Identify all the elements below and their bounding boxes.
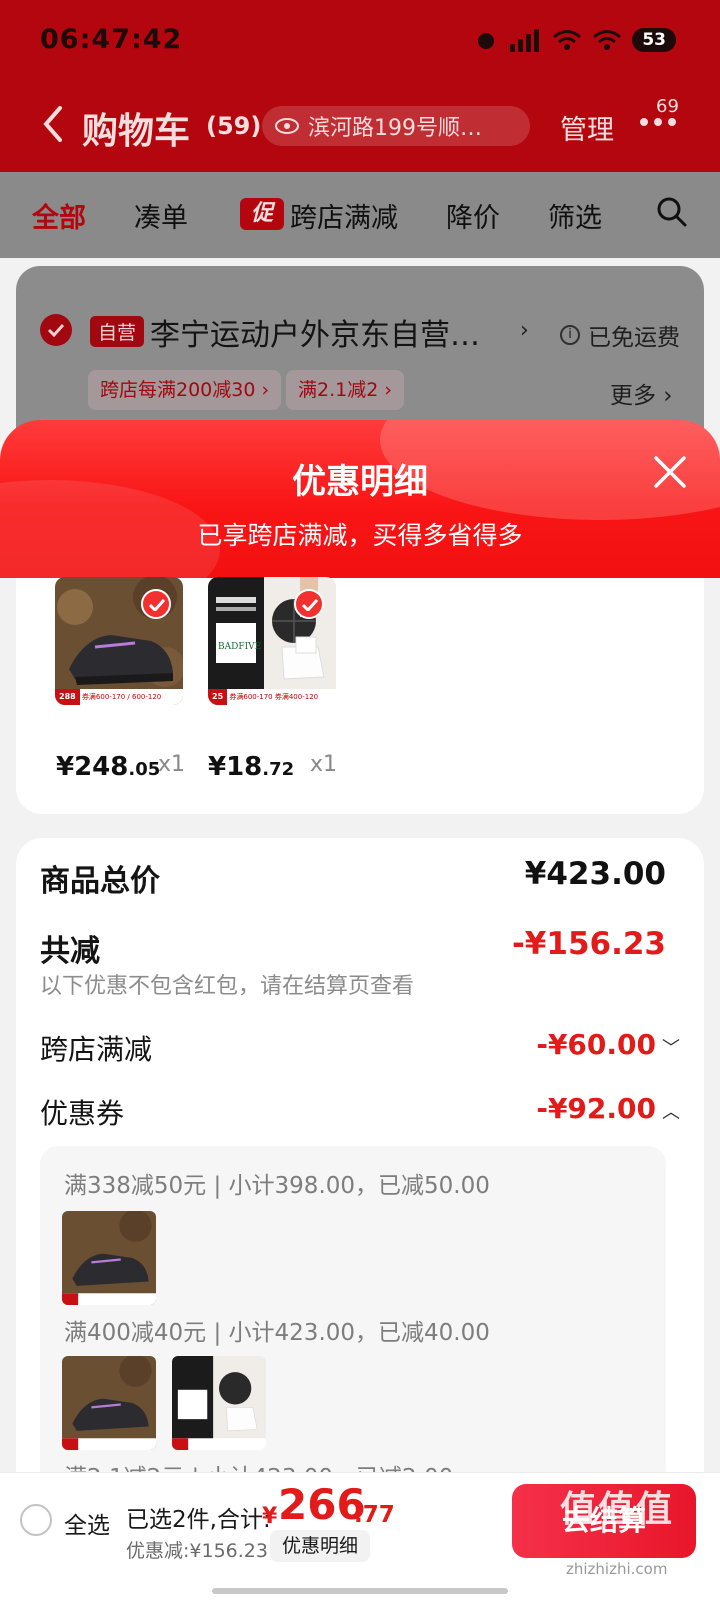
select-all-label[interactable]: 全选 <box>64 1506 110 1540</box>
status-time: 06:47:42 <box>40 24 183 55</box>
thumb-price-tag: 25 <box>208 689 228 705</box>
thumb-promo-text: 券满600-170 / 600-120 <box>81 693 162 701</box>
promo-badge: 促 <box>240 198 284 230</box>
discount-note: 以下优惠不包含红包，请在结算页查看 <box>40 974 415 999</box>
sheet-title: 优惠明细 <box>292 462 428 502</box>
site-watermark: 值值值 <box>560 1489 675 1530</box>
tab-cross-store[interactable]: 跨店满减 <box>290 196 398 235</box>
price-integer: ¥18 <box>208 752 263 782</box>
coupon-amount: -¥92.00 <box>536 1092 656 1125</box>
shipping-status: i 已免运费 <box>560 318 680 352</box>
store-name[interactable]: 李宁运动户外京东自营… <box>150 310 480 354</box>
manage-button[interactable]: 管理 <box>560 108 614 147</box>
sheet-subtitle: 已享跨店满减，买得多省得多 <box>197 521 523 550</box>
back-arrow-icon[interactable] <box>38 104 68 144</box>
cross-store-discount-label[interactable]: 跨店满减 <box>40 1028 152 1068</box>
item-qty-shoe: x1 <box>158 752 186 777</box>
address-selector[interactable]: 滨河路199号顺… <box>262 106 530 146</box>
discount-detail-button[interactable]: 优惠明细 <box>270 1530 371 1562</box>
shipping-text: 已免运费 <box>588 325 680 351</box>
coupon-product-thumb <box>62 1356 156 1450</box>
page-title: 购物车 <box>82 111 191 152</box>
promo-chip-min-spend[interactable]: 满2.1减2 › <box>286 370 404 410</box>
discount-summary: 优惠减:¥156.23 <box>126 1540 268 1562</box>
item-qty-socks: x1 <box>310 752 338 777</box>
product-thumb-socks[interactable]: BADFIVE 25 券满600-170 券满400-120 <box>208 577 336 705</box>
site-watermark-url: zhizhizhi.com <box>566 1560 668 1578</box>
more-menu-icon[interactable] <box>640 118 676 126</box>
tab-filter[interactable]: 筛选 <box>548 196 602 235</box>
item-price-socks: ¥18.72 <box>208 752 294 782</box>
status-icons: 53 <box>474 28 676 52</box>
total-price-label: 商品总价 <box>40 864 160 899</box>
store-arrow-icon[interactable]: › <box>520 318 529 343</box>
thumb-price-bar: 25 券满600-170 券满400-120 <box>208 689 336 705</box>
close-icon[interactable] <box>652 454 688 490</box>
total-amount-integer: 266 <box>278 1480 366 1529</box>
wifi-icon-2 <box>593 30 622 50</box>
tab-price-drop[interactable]: 降价 <box>446 196 500 235</box>
message-badge: 69 <box>656 96 679 117</box>
home-indicator[interactable] <box>212 1588 508 1594</box>
address-text: 滨河路199号顺… <box>308 116 482 141</box>
shoe-image <box>62 1356 156 1450</box>
product-thumb-shoe[interactable]: 288 券满600-170 / 600-120 <box>55 577 183 705</box>
total-price-value: ¥423.00 <box>524 856 666 892</box>
svg-text:BADFIVE: BADFIVE <box>218 642 261 652</box>
check-icon <box>47 323 65 337</box>
tab-bundle[interactable]: 凑单 <box>134 196 188 235</box>
coupon-line: 满338减50元 | 小计398.00，已减50.00 <box>64 1173 490 1199</box>
check-icon <box>294 589 324 619</box>
total-currency: ¥ <box>262 1504 278 1529</box>
total-reduce-label: 共减 <box>40 934 100 969</box>
price-integer: ¥248 <box>56 752 129 782</box>
cross-store-discount-value[interactable]: -¥60.00 ﹀ <box>536 1028 680 1061</box>
socks-image <box>172 1356 266 1450</box>
coupon-label[interactable]: 优惠券 <box>40 1092 124 1132</box>
item-price-shoe: ¥248.05 <box>56 752 160 782</box>
price-decimal: .72 <box>262 759 295 780</box>
tab-all[interactable]: 全部 <box>32 196 86 235</box>
coupon-line: 满400减40元 | 小计423.00，已减40.00 <box>64 1320 490 1346</box>
cart-count: (59) <box>206 112 262 140</box>
check-icon <box>141 589 171 619</box>
chevron-up-icon: ︿ <box>662 1102 680 1123</box>
alarm-icon <box>478 33 495 49</box>
chevron-down-icon: ﹀ <box>662 1038 680 1059</box>
thumb-price-tag: 288 <box>55 689 80 705</box>
coupon-product-thumb <box>62 1211 156 1305</box>
eye-icon <box>275 118 299 134</box>
promo-chip-cross-store[interactable]: 跨店每满200减30 › <box>88 370 282 410</box>
selected-count: 已选2件,合计: <box>126 1507 271 1533</box>
self-operated-badge: 自营 <box>90 316 145 347</box>
battery-indicator: 53 <box>632 28 676 52</box>
coupon-product-thumb <box>172 1356 266 1450</box>
select-all-checkbox[interactable] <box>20 1504 52 1536</box>
info-icon[interactable]: i <box>560 325 580 345</box>
thumb-price-bar: 288 券满600-170 / 600-120 <box>55 689 183 705</box>
cross-store-amount: -¥60.00 <box>536 1028 656 1061</box>
search-icon[interactable] <box>656 196 688 228</box>
more-promos-link[interactable]: 更多 › <box>610 376 673 410</box>
total-reduce-value: -¥156.23 <box>511 926 666 962</box>
wifi-icon <box>553 30 582 50</box>
total-amount-decimal: .77 <box>354 1502 395 1528</box>
signal-icon <box>510 29 540 52</box>
coupon-value[interactable]: -¥92.00 ︿ <box>536 1092 680 1125</box>
price-decimal: .05 <box>128 759 161 780</box>
store-select-checkbox[interactable] <box>40 314 72 346</box>
shoe-image <box>62 1211 156 1305</box>
thumb-promo-text: 券满600-170 券满400-120 <box>229 693 319 701</box>
